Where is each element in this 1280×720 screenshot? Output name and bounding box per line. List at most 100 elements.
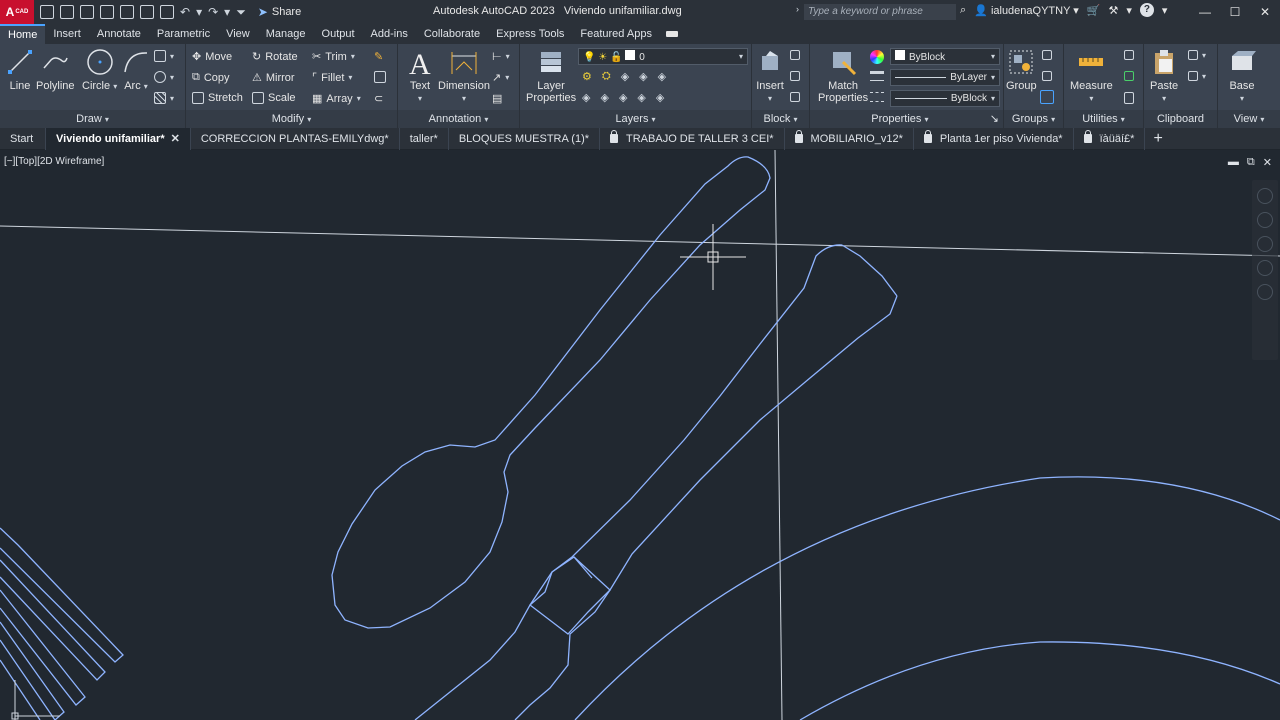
draw-panel-label[interactable]: Draw ▾: [0, 110, 185, 128]
make-current-icon[interactable]: ◈: [582, 91, 590, 104]
view-panel-label[interactable]: View ▾: [1218, 110, 1280, 128]
layers-panel-label[interactable]: Layers ▾: [520, 110, 751, 128]
file-tab-start[interactable]: Start: [0, 127, 46, 150]
file-tab-unnamed[interactable]: ïàüäí£*: [1074, 127, 1146, 150]
showmotion-icon[interactable]: [1257, 284, 1273, 300]
steering-wheel-icon[interactable]: [1257, 188, 1273, 204]
annotation-panel-label[interactable]: Annotation ▾: [398, 110, 519, 128]
lineweight-icon[interactable]: [870, 71, 884, 81]
layer-dropdown[interactable]: 💡 ☀ 🔓 0 ▾: [578, 48, 748, 65]
group-select-icon[interactable]: [1040, 90, 1054, 104]
properties-launcher-icon[interactable]: ↘: [990, 110, 999, 128]
drawing-canvas[interactable]: [−][Top][2D Wireframe] ▬ ⧉ ✕: [0, 150, 1280, 720]
match-properties-button[interactable]: Match Properties: [818, 48, 868, 104]
autocad-logo[interactable]: A CAD: [0, 0, 34, 24]
clipboard-panel-label[interactable]: Clipboard: [1144, 110, 1217, 128]
file-tab-mobiliario[interactable]: MOBILIARIO_v12*: [785, 127, 914, 150]
rotate-button[interactable]: ↻ Rotate: [252, 50, 298, 64]
search-expand-icon[interactable]: ›: [796, 4, 799, 14]
quick-select-icon[interactable]: [1124, 50, 1134, 60]
create-block-icon[interactable]: [790, 50, 800, 60]
tab-express-tools[interactable]: Express Tools: [488, 24, 572, 44]
edit-block-icon[interactable]: [790, 71, 800, 81]
modify-panel-label[interactable]: Modify ▾: [186, 110, 397, 128]
layer-walk-icon[interactable]: ◈: [637, 91, 645, 104]
linetype-dropdown[interactable]: ByLayer ▾: [890, 69, 1000, 86]
user-menu[interactable]: 👤 ialudenaQYTNY ▾: [974, 4, 1079, 17]
paste-button[interactable]: Paste ▾: [1150, 48, 1178, 104]
save-icon[interactable]: [80, 5, 94, 19]
viewport-close-icon[interactable]: ✕: [1263, 156, 1272, 169]
properties-panel-label[interactable]: Properties ▾ ↘: [810, 110, 1003, 128]
layer-lock-tool-icon[interactable]: ◈: [658, 70, 666, 83]
close-icon[interactable]: ✕: [1250, 0, 1280, 24]
close-tab-icon[interactable]: ✕: [171, 128, 180, 150]
layer-previous-icon[interactable]: ◈: [619, 91, 627, 104]
cart-icon[interactable]: 🛒: [1087, 4, 1101, 17]
copy-button[interactable]: ⧉ Copy: [192, 71, 230, 84]
linetype-icon[interactable]: [870, 92, 884, 102]
undo-dropdown-icon[interactable]: ▾: [196, 5, 202, 19]
orbit-icon[interactable]: [1257, 260, 1273, 276]
ungroup-icon[interactable]: [1042, 50, 1052, 60]
share-button[interactable]: ➤ Share: [258, 5, 301, 19]
viewport-minimize-icon[interactable]: ▬: [1228, 156, 1239, 169]
polyline-button[interactable]: Polyline: [36, 48, 75, 92]
layer-isolate-icon[interactable]: ⛭: [602, 70, 611, 83]
save-as-icon[interactable]: [100, 5, 114, 19]
color-wheel-icon[interactable]: [870, 50, 884, 64]
table-button[interactable]: ▤: [492, 92, 502, 105]
hatch-button[interactable]: ▾: [154, 92, 174, 104]
pan-icon[interactable]: [1257, 212, 1273, 228]
exchange-icon[interactable]: ⚒: [1109, 4, 1119, 17]
leader-button[interactable]: ↗ ▾: [492, 71, 509, 84]
utilities-panel-label[interactable]: Utilities ▾: [1064, 110, 1143, 128]
tab-manage[interactable]: Manage: [258, 24, 314, 44]
insert-button[interactable]: Insert ▾: [756, 48, 784, 104]
text-button[interactable]: A Text ▾: [406, 48, 434, 104]
help-button[interactable]: ?: [1139, 3, 1154, 17]
offset-button[interactable]: ⊂: [374, 92, 383, 105]
open-web-icon[interactable]: [120, 5, 134, 19]
ellipse-button[interactable]: ▾: [154, 71, 174, 83]
erase-button[interactable]: ✎: [374, 50, 383, 63]
file-tab-correccion[interactable]: CORRECCION PLANTAS-EMILYdwg*: [191, 127, 400, 150]
group-button[interactable]: Group: [1006, 48, 1037, 92]
save-web-icon[interactable]: [140, 5, 154, 19]
copy-clip-icon[interactable]: ▾: [1188, 50, 1206, 60]
file-tab-planta[interactable]: Planta 1er piso Vivienda*: [914, 127, 1074, 150]
new-icon[interactable]: [40, 5, 54, 19]
new-tab-button[interactable]: +: [1153, 130, 1162, 148]
file-tab-viviendo[interactable]: Viviendo unifamiliar* ✕: [46, 127, 191, 150]
trim-button[interactable]: ✂ Trim ▾: [312, 50, 355, 64]
linear-dim-button[interactable]: ⊢ ▾: [492, 50, 510, 63]
viewport-controls-label[interactable]: [−][Top][2D Wireframe]: [4, 156, 104, 167]
arc-button[interactable]: Arc ▾: [122, 48, 150, 92]
tab-featured-apps[interactable]: Featured Apps: [572, 24, 660, 44]
tab-add-ins[interactable]: Add-ins: [363, 24, 416, 44]
file-tab-bloques[interactable]: BLOQUES MUESTRA (1)*: [449, 127, 601, 150]
color-dropdown[interactable]: ByBlock ▾: [890, 48, 1000, 65]
redo-dropdown-icon[interactable]: ▾: [224, 5, 230, 19]
search-input[interactable]: Type a keyword or phrase: [804, 4, 956, 20]
tab-output[interactable]: Output: [314, 24, 363, 44]
tab-collaborate[interactable]: Collaborate: [416, 24, 488, 44]
undo-icon[interactable]: ↶: [180, 5, 190, 19]
open-icon[interactable]: [60, 5, 74, 19]
line-button[interactable]: Line: [6, 48, 34, 92]
scale-button[interactable]: Scale: [252, 92, 296, 104]
file-tab-trabajo[interactable]: TRABAJO DE TALLER 3 CEI*: [600, 127, 785, 150]
ribbon-minimize-icon[interactable]: [665, 31, 678, 37]
cut-clip-icon[interactable]: ▾: [1188, 71, 1206, 81]
maximize-icon[interactable]: ☐: [1220, 0, 1250, 24]
base-button[interactable]: Base ▾: [1228, 48, 1256, 104]
layer-properties-button[interactable]: Layer Properties: [526, 48, 576, 104]
block-attribute-icon[interactable]: [790, 92, 800, 102]
match-layer-icon[interactable]: ◈: [600, 91, 608, 104]
tab-parametric[interactable]: Parametric: [149, 24, 218, 44]
explode-button[interactable]: [374, 71, 386, 83]
tab-view[interactable]: View: [218, 24, 258, 44]
fillet-button[interactable]: ⌜ Fillet ▾: [312, 71, 352, 85]
exchange-dropdown-icon[interactable]: ▾: [1126, 4, 1132, 17]
array-button[interactable]: ▦ Array ▾: [312, 92, 361, 106]
